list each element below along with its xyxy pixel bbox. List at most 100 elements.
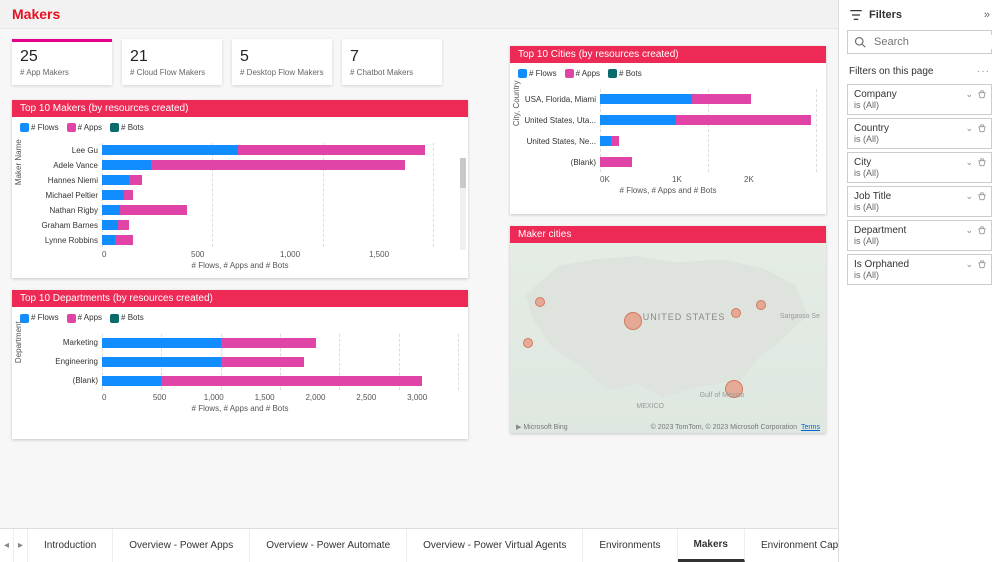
map-bubble[interactable] bbox=[624, 312, 642, 330]
chevron-down-icon[interactable]: ⌄ bbox=[965, 259, 973, 270]
chart-legend: # Flows # Apps # Bots bbox=[12, 117, 468, 138]
filter-card-country[interactable]: Countryis (All)⌄ bbox=[847, 118, 992, 149]
kpi-card-chatbot-makers[interactable]: 7 # Chatbot Makers bbox=[342, 39, 442, 85]
chevron-down-icon[interactable]: ⌄ bbox=[965, 157, 973, 168]
bar-segment[interactable] bbox=[600, 157, 632, 167]
bar-segment[interactable] bbox=[102, 220, 118, 230]
map-country-label: UNITED STATES bbox=[643, 312, 726, 322]
bar-segment[interactable] bbox=[600, 136, 611, 146]
filters-more-icon[interactable]: ··· bbox=[977, 66, 990, 77]
clear-filter-icon[interactable] bbox=[977, 123, 987, 134]
bar-segment[interactable] bbox=[102, 160, 151, 170]
tab-overview-power-virtual-agents[interactable]: Overview - Power Virtual Agents bbox=[407, 529, 583, 562]
filter-card-is-orphaned[interactable]: Is Orphanedis (All)⌄ bbox=[847, 254, 992, 285]
bar-segment[interactable] bbox=[102, 175, 129, 185]
tab-makers[interactable]: Makers bbox=[678, 529, 745, 562]
map-visual[interactable]: UNITED STATES ▶ Microsoft Bing © 2023 To… bbox=[510, 243, 826, 433]
chevron-down-icon[interactable]: ⌄ bbox=[965, 89, 973, 100]
filters-search[interactable] bbox=[847, 30, 992, 54]
bar-segment[interactable] bbox=[115, 235, 133, 245]
chart-row[interactable]: Marketing bbox=[22, 334, 458, 352]
collapse-pane-icon[interactable]: » bbox=[984, 9, 990, 21]
bar-segment[interactable] bbox=[129, 175, 142, 185]
kpi-card-cloud-flow-makers[interactable]: 21 # Cloud Flow Makers bbox=[122, 39, 222, 85]
chart-row[interactable]: Nathan Rigby bbox=[22, 203, 458, 217]
bar-segment[interactable] bbox=[692, 94, 751, 104]
bar-segment[interactable] bbox=[102, 357, 221, 367]
category-label: Lee Gu bbox=[22, 146, 102, 155]
clear-filter-icon[interactable] bbox=[977, 157, 987, 168]
tile-maker-cities-map[interactable]: Maker cities UNITED STATES ▶ Microsoft B… bbox=[510, 226, 826, 433]
tab-introduction[interactable]: Introduction bbox=[28, 529, 113, 562]
bar-segment[interactable] bbox=[600, 94, 692, 104]
tab-environments[interactable]: Environments bbox=[583, 529, 677, 562]
tab-nav-next[interactable]: ▸ bbox=[14, 529, 28, 562]
kpi-label: # Chatbot Makers bbox=[350, 68, 434, 77]
filter-card-city[interactable]: Cityis (All)⌄ bbox=[847, 152, 992, 183]
x-axis: 05001,0001,5002,0002,5003,000 bbox=[102, 391, 458, 402]
bar-segment[interactable] bbox=[120, 205, 187, 215]
map-bubble[interactable] bbox=[523, 338, 533, 348]
x-tick: 2,500 bbox=[356, 393, 407, 402]
kpi-value: 21 bbox=[130, 48, 214, 66]
tab-overview-power-apps[interactable]: Overview - Power Apps bbox=[113, 529, 250, 562]
clear-filter-icon[interactable] bbox=[977, 89, 987, 100]
x-axis-title: # Flows, # Apps and # Bots bbox=[520, 184, 816, 195]
x-tick: 0 bbox=[102, 393, 153, 402]
bar-segment[interactable] bbox=[611, 136, 620, 146]
chart-row[interactable]: (Blank) bbox=[520, 152, 816, 172]
chart-row[interactable]: Lynne Robbins bbox=[22, 233, 458, 247]
bar-segment[interactable] bbox=[151, 160, 405, 170]
chart-row[interactable]: Adele Vance bbox=[22, 158, 458, 172]
kpi-card-desktop-flow-makers[interactable]: 5 # Desktop Flow Makers bbox=[232, 39, 332, 85]
x-tick: 1,500 bbox=[255, 393, 306, 402]
tab-environment-capacity[interactable]: Environment Capacity bbox=[745, 529, 838, 562]
chart-row[interactable]: United States, Uta... bbox=[520, 110, 816, 130]
bar-segment[interactable] bbox=[600, 115, 676, 125]
filter-card-job-title[interactable]: Job Titleis (All)⌄ bbox=[847, 186, 992, 217]
chart-row[interactable]: Engineering bbox=[22, 353, 458, 371]
bar-segment[interactable] bbox=[102, 338, 221, 348]
tab-nav-prev[interactable]: ◂ bbox=[0, 529, 14, 562]
clear-filter-icon[interactable] bbox=[977, 191, 987, 202]
bar-segment[interactable] bbox=[238, 145, 425, 155]
bar-segment[interactable] bbox=[221, 338, 316, 348]
chart-row[interactable]: Hannes Niemi bbox=[22, 173, 458, 187]
bar-segment[interactable] bbox=[124, 190, 133, 200]
bar-segment[interactable] bbox=[102, 190, 124, 200]
tab-overview-power-automate[interactable]: Overview - Power Automate bbox=[250, 529, 407, 562]
bar-segment[interactable] bbox=[221, 357, 304, 367]
chevron-down-icon[interactable]: ⌄ bbox=[965, 191, 973, 202]
clear-filter-icon[interactable] bbox=[977, 259, 987, 270]
filters-search-input[interactable] bbox=[872, 35, 1000, 49]
tile-title: Maker cities bbox=[510, 226, 826, 243]
x-tick: 2,000 bbox=[305, 393, 356, 402]
chart-row[interactable]: USA, Florida, Miami bbox=[520, 89, 816, 109]
filter-card-company[interactable]: Companyis (All)⌄ bbox=[847, 84, 992, 115]
chart-row[interactable]: Lee Gu bbox=[22, 143, 458, 157]
x-tick: 2K bbox=[744, 175, 816, 184]
bar-segment[interactable] bbox=[102, 205, 120, 215]
tile-top-makers[interactable]: Top 10 Makers (by resources created) # F… bbox=[12, 100, 468, 278]
bar-segment[interactable] bbox=[102, 235, 115, 245]
filter-card-department[interactable]: Departmentis (All)⌄ bbox=[847, 220, 992, 251]
chart-row[interactable]: United States, Ne... bbox=[520, 131, 816, 151]
kpi-card-app-makers[interactable]: 25 # App Makers bbox=[12, 39, 112, 85]
bar-segment[interactable] bbox=[102, 145, 238, 155]
bar-segment[interactable] bbox=[102, 376, 161, 386]
map-bubble[interactable] bbox=[535, 297, 545, 307]
bar-segment[interactable] bbox=[676, 115, 811, 125]
chart-row[interactable]: (Blank) bbox=[22, 372, 458, 390]
chart-row[interactable]: Graham Barnes bbox=[22, 218, 458, 232]
x-tick: 1,500 bbox=[369, 250, 458, 259]
bar-segment[interactable] bbox=[161, 376, 422, 386]
chevron-down-icon[interactable]: ⌄ bbox=[965, 123, 973, 134]
tile-top-cities[interactable]: Top 10 Cities (by resources created) # F… bbox=[510, 46, 826, 214]
tile-top-departments[interactable]: Top 10 Departments (by resources created… bbox=[12, 290, 468, 438]
bar-segment[interactable] bbox=[118, 220, 129, 230]
chevron-down-icon[interactable]: ⌄ bbox=[965, 225, 973, 236]
chart-scrollbar[interactable] bbox=[460, 158, 466, 250]
clear-filter-icon[interactable] bbox=[977, 225, 987, 236]
chart-row[interactable]: Michael Peltier bbox=[22, 188, 458, 202]
map-terms-link[interactable]: Terms bbox=[801, 424, 820, 431]
